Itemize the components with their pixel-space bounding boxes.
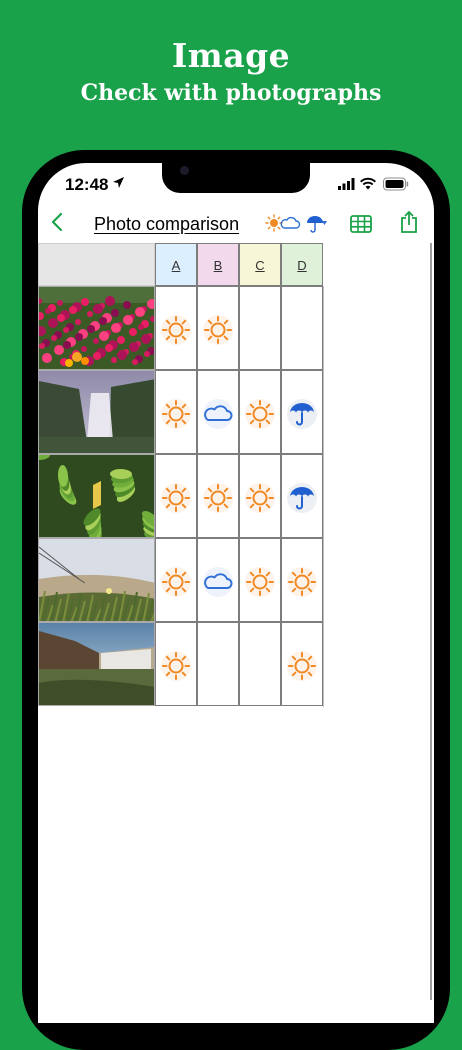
weather-cell[interactable] <box>155 286 197 370</box>
photo-thumbnail[interactable] <box>38 538 155 622</box>
sun-icon <box>286 566 318 598</box>
column-header-c[interactable]: C <box>239 243 281 286</box>
wifi-icon <box>360 177 376 190</box>
sun-icon <box>160 314 192 346</box>
weather-cell[interactable] <box>281 370 323 454</box>
umbrella-icon <box>286 398 318 430</box>
sun-icon <box>202 482 234 514</box>
weather-cell[interactable] <box>197 538 239 622</box>
promo-title: Image <box>171 36 291 75</box>
grass-icon <box>39 539 154 621</box>
weather-cell[interactable] <box>155 538 197 622</box>
sun-icon <box>244 482 276 514</box>
cloud-icon <box>280 216 301 229</box>
weather-cell[interactable] <box>281 454 323 538</box>
weather-cell[interactable] <box>155 370 197 454</box>
table-view-button[interactable] <box>350 215 372 238</box>
signal-icon <box>338 178 355 190</box>
status-time: 12:48 <box>65 175 109 194</box>
photo-thumbnail[interactable] <box>38 622 155 706</box>
sun-icon <box>244 566 276 598</box>
photo-thumbnail[interactable] <box>38 370 155 454</box>
column-header-d[interactable]: D <box>281 243 323 286</box>
grid-divider <box>323 286 324 707</box>
weather-cell[interactable] <box>281 622 323 706</box>
column-header-b[interactable]: B <box>197 243 239 286</box>
sun-icon <box>202 314 234 346</box>
cloud-icon <box>202 398 234 430</box>
weather-cell[interactable] <box>155 454 197 538</box>
weather-cell[interactable] <box>239 454 281 538</box>
weather-cell[interactable] <box>281 286 323 370</box>
page-title[interactable]: Photo comparison <box>94 214 239 235</box>
sun-icon <box>265 214 283 232</box>
weather-cell[interactable] <box>239 538 281 622</box>
location-arrow-icon <box>112 176 125 194</box>
share-button[interactable] <box>400 210 418 239</box>
falls-rocks-icon <box>39 623 154 705</box>
table-icon <box>350 215 372 233</box>
leaves-icon <box>39 455 154 537</box>
weather-filter-menu[interactable] <box>265 212 327 239</box>
weather-cell[interactable] <box>197 622 239 706</box>
umbrella-icon <box>307 216 323 233</box>
nav-bar: Photo comparison <box>38 208 434 242</box>
grid-corner <box>38 243 155 286</box>
umbrella-icon <box>286 482 318 514</box>
weather-cell[interactable] <box>281 538 323 622</box>
sun-icon <box>286 650 318 682</box>
status-icons <box>338 177 410 196</box>
sun-icon <box>244 398 276 430</box>
photo-thumbnail[interactable] <box>38 454 155 538</box>
weather-cell[interactable] <box>239 286 281 370</box>
grid-edge <box>430 243 432 1000</box>
waterfall-icon <box>39 371 154 453</box>
weather-cell[interactable] <box>197 454 239 538</box>
camera-dot <box>180 166 189 175</box>
promo-subtitle: Check with photographs <box>80 80 382 106</box>
weather-cell[interactable] <box>155 622 197 706</box>
column-header-a[interactable]: A <box>155 243 197 286</box>
comparison-grid: ABCD <box>38 243 432 1000</box>
chevron-left-icon <box>51 212 63 232</box>
cloud-icon <box>202 566 234 598</box>
battery-icon <box>383 177 409 191</box>
photo-thumbnail[interactable] <box>38 286 155 370</box>
sun-icon <box>160 398 192 430</box>
sun-icon <box>160 566 192 598</box>
share-icon <box>401 210 417 233</box>
weather-cell[interactable] <box>197 370 239 454</box>
back-button[interactable] <box>50 210 64 236</box>
weather-cell[interactable] <box>239 622 281 706</box>
flowers-icon <box>39 287 154 369</box>
sun-icon <box>160 482 192 514</box>
weather-cell[interactable] <box>239 370 281 454</box>
sun-icon <box>160 650 192 682</box>
weather-cell[interactable] <box>197 286 239 370</box>
